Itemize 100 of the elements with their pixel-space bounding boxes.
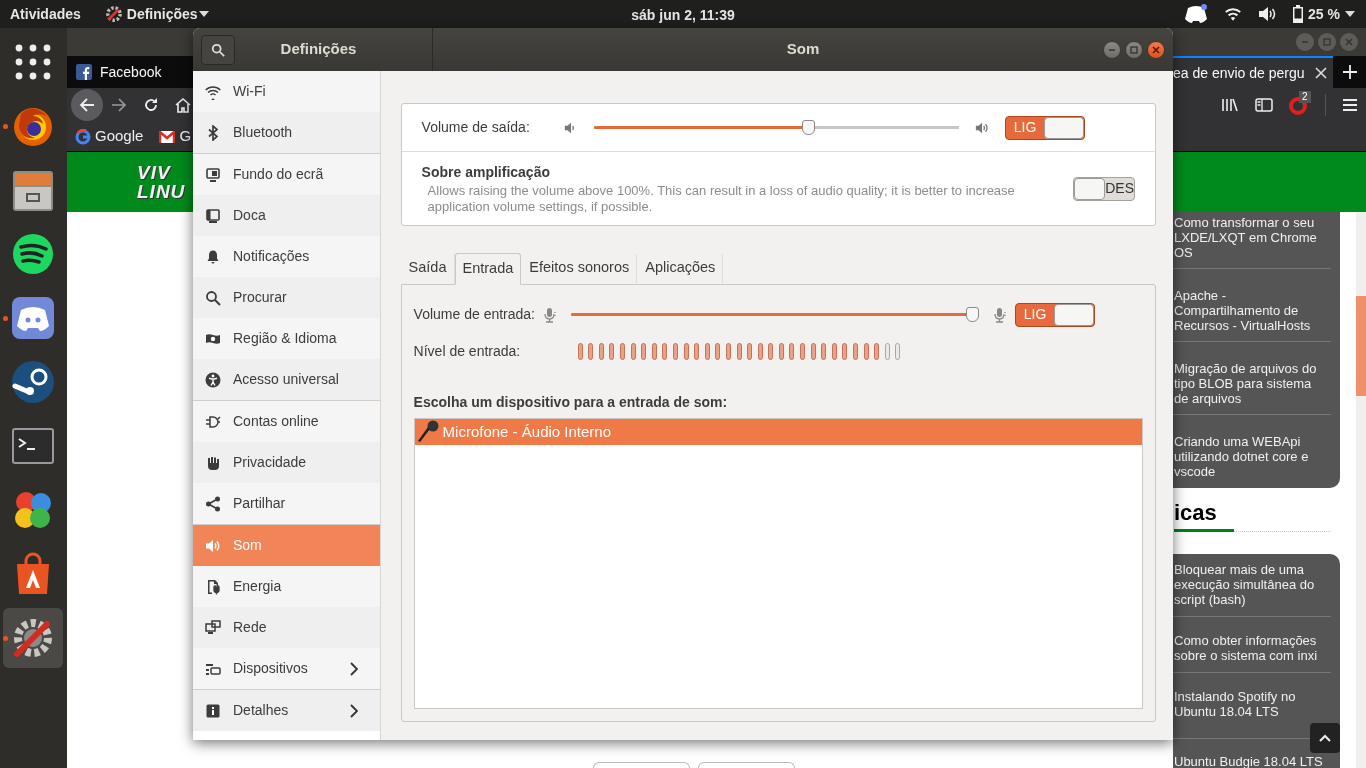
slider-thumb[interactable]	[801, 120, 815, 135]
search-icon	[205, 289, 221, 306]
sidebar-item[interactable]: Região & Idioma	[193, 318, 380, 359]
article-link[interactable]: Ubuntu Budgie 18.04 LTS	[1173, 755, 1331, 768]
article-link[interactable]: Bloquear mais de uma execução simultânea do script (bash)	[1173, 562, 1331, 607]
tab[interactable]: Saída	[400, 253, 455, 284]
scrollbar-thumb[interactable]	[1356, 296, 1366, 396]
sidebar-item[interactable]: Energia	[193, 566, 380, 607]
article-link[interactable]: Instalando Spotify no Ubuntu 18.04 LTS	[1173, 689, 1331, 719]
google-icon	[75, 128, 91, 145]
library-icon[interactable]	[1221, 97, 1239, 113]
tab[interactable]: Entrada	[454, 253, 522, 285]
article-link[interactable]: Criando uma WEBApi utilizando dotnet core e vscode	[1173, 434, 1331, 479]
page-favicon	[76, 64, 92, 80]
article-link[interactable]: Como transformar o seu LXDE/LXQT em Chrome OS	[1173, 215, 1331, 260]
setting-description: Allows raising the volume above 100%. This can result in a loss of audio quality; it is better to increase application volume settings, if possible.	[426, 183, 1016, 215]
article-link[interactable]: Como obter informações sobre o sistema com inxi	[1173, 633, 1331, 663]
mail-icon	[159, 130, 176, 143]
volume-high-icon	[975, 120, 989, 135]
dock-icon	[205, 207, 221, 224]
back-button[interactable]	[71, 89, 103, 121]
caret-icon	[197, 10, 210, 18]
chevron-up-icon	[1319, 734, 1331, 742]
menu-icon[interactable]	[1342, 98, 1358, 112]
chat-icon	[9, 294, 57, 342]
sidebar-item[interactable]: Procurar	[193, 277, 380, 318]
game-client-icon	[9, 358, 57, 406]
slider-thumb[interactable]	[966, 307, 979, 323]
close-button[interactable]	[1147, 40, 1165, 59]
new-tab-icon[interactable]	[1342, 65, 1357, 79]
sidebar-item[interactable]: Rede	[193, 607, 380, 648]
bookmark-link[interactable]: G	[159, 125, 192, 148]
browser-tab[interactable]: Facebook	[67, 56, 193, 88]
badge-count: 2	[1299, 91, 1311, 103]
monitor-icon	[205, 166, 221, 183]
clock[interactable]: sáb jun 2, 11:39	[631, 5, 735, 26]
sidebar-item[interactable]: Doca	[193, 195, 380, 236]
close-icon[interactable]	[1315, 67, 1327, 79]
microphone-icon	[416, 419, 439, 444]
logo-text: LINU	[137, 182, 186, 201]
section-heading: icas	[1173, 499, 1218, 527]
back-arrow-icon	[79, 97, 95, 113]
sidebar-item[interactable]: Dispositivos	[193, 648, 380, 689]
field-label: Volume de saída:	[421, 118, 531, 137]
microphone-icon	[543, 306, 557, 323]
toggle-switch[interactable]: DES	[1073, 176, 1135, 201]
close-icon	[1151, 44, 1161, 55]
hand-icon	[205, 454, 221, 471]
sidebar-item[interactable]: Fundo do ecrã	[193, 154, 380, 195]
scroll-top-button[interactable]	[1310, 723, 1340, 753]
maximize-icon	[1322, 37, 1332, 47]
home-icon[interactable]	[175, 97, 191, 113]
maximize-button[interactable]	[1125, 40, 1143, 59]
field-label: Volume de entrada:	[413, 305, 535, 325]
reload-icon[interactable]	[143, 97, 159, 113]
browser-tab[interactable]: ea de envio de pergu	[1173, 56, 1333, 88]
speaker-icon	[205, 537, 221, 554]
article-link[interactable]: Migração de arquivos do tipo BLOB para sistema de arquivos	[1173, 361, 1331, 406]
sidebar-item[interactable]: Bluetooth	[193, 112, 380, 153]
maximize-icon	[1129, 44, 1139, 55]
section-heading: Escolha um dispositivo para a entrada de som:	[413, 392, 729, 412]
window-title: Definições	[279, 39, 358, 60]
battery-indicator[interactable]: 25 %	[1292, 3, 1356, 25]
search-button[interactable]	[201, 34, 235, 65]
tab[interactable]: Efeitos sonoros	[521, 253, 638, 284]
article-link[interactable]: Apache - Compartilhamento de Recursos - VirtualHosts	[1173, 288, 1331, 333]
tab[interactable]: Aplicações	[637, 253, 724, 284]
activities-button[interactable]: Atividades	[10, 3, 81, 25]
settings-icon	[104, 5, 123, 23]
bookmark-link[interactable]: Google	[75, 125, 144, 148]
sidebar-item[interactable]: Contas online	[193, 401, 380, 442]
setting-title: Sobre amplificação	[421, 163, 551, 182]
battery-icon	[1292, 5, 1305, 23]
search-icon	[211, 42, 225, 57]
app-menu[interactable]: Definições	[104, 3, 210, 25]
sidebar-item[interactable]: Detalhes	[193, 690, 380, 731]
microphone-icon	[993, 306, 1007, 323]
panel-title: Som	[786, 39, 820, 60]
bell-icon	[205, 248, 221, 265]
volume-icon	[1258, 6, 1277, 22]
network-icon	[205, 619, 221, 636]
caret-icon	[1344, 10, 1356, 18]
sidebar-item[interactable]: Notificações	[193, 236, 380, 277]
info-icon	[205, 702, 221, 719]
power-icon	[205, 578, 221, 595]
logo-text: VIV	[137, 163, 172, 182]
field-label: Nível de entrada:	[413, 341, 522, 361]
sidebar-item[interactable]: Acesso universal	[193, 359, 380, 400]
chat-app-icon	[1184, 4, 1209, 24]
minimize-button[interactable]	[1103, 40, 1121, 59]
plug-icon	[205, 413, 221, 430]
forward-icon[interactable]	[111, 97, 127, 113]
close-icon	[1344, 37, 1354, 47]
sidebar-item[interactable]: Privacidade	[193, 442, 380, 483]
sidebar-icon[interactable]	[1255, 97, 1273, 113]
wifi-icon	[1224, 6, 1243, 22]
sidebar-item[interactable]: Wi-Fi	[193, 71, 380, 112]
wifi-icon	[205, 83, 221, 100]
sidebar-item[interactable]: Partilhar	[193, 483, 380, 524]
accessibility-icon	[205, 371, 221, 388]
